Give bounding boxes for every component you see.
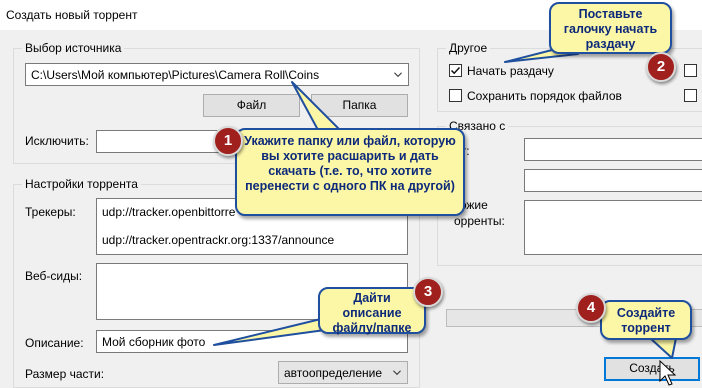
callout-start-seeding-text: Поставьте галочку начать раздачу <box>563 7 658 51</box>
step-badge-2: 2 <box>646 52 676 82</box>
step-badge-3: 3 <box>413 277 443 307</box>
step-badge-4: 4 <box>576 293 606 323</box>
torrent-settings-title: Настройки торрента <box>22 177 141 191</box>
file-button[interactable]: Файл <box>203 94 300 117</box>
tracker-line-2: udp://tracker.opentrackr.org:1337/announ… <box>102 233 335 247</box>
related-row3-textarea[interactable] <box>524 200 702 255</box>
chevron-down-icon <box>393 370 401 376</box>
callout-create: Создайте торрент <box>600 300 692 340</box>
callout-start-seeding: Поставьте галочку начать раздачу <box>549 2 672 54</box>
callout-select-source: Укажите папку или файл, которую вы хотит… <box>235 128 465 216</box>
other-group-title: Другое <box>446 41 491 55</box>
description-value: Мой сборник фото <box>102 335 206 349</box>
related-row1-input[interactable] <box>524 138 702 161</box>
extra-checkbox-2[interactable] <box>684 89 697 102</box>
callout-create-text: Создайте торрент <box>616 306 676 335</box>
piece-size-label: Размер части: <box>25 367 105 381</box>
preserve-order-checkbox[interactable] <box>449 89 462 102</box>
start-seeding-label: Начать раздачу <box>467 64 554 78</box>
description-label: Описание: <box>25 336 84 350</box>
webseeds-label: Веб-сиды: <box>25 269 83 283</box>
chevron-down-icon <box>394 72 402 78</box>
callout-description: Дайти описание файлу/папке <box>318 287 426 335</box>
related-row2-input[interactable] <box>524 169 702 192</box>
folder-button[interactable]: Папка <box>311 94 408 117</box>
preserve-order-label: Сохранить порядок файлов <box>467 89 622 103</box>
callout-description-text: Дайти описание файлу/папке <box>332 291 412 335</box>
callout-select-source-text: Укажите папку или файл, которую вы хотит… <box>244 134 456 193</box>
create-button[interactable]: Создать <box>604 357 700 381</box>
source-path-combobox[interactable]: C:\Users\Мой компьютер\Pictures\Camera R… <box>25 63 409 86</box>
checkmark-icon <box>450 66 461 75</box>
exclude-label: Исключить: <box>25 134 89 148</box>
tracker-line-1: udp://tracker.openbittorre <box>102 205 236 219</box>
piece-size-combobox[interactable]: автоопределение <box>278 361 408 384</box>
related-row3-label-line2: орренты: <box>454 214 505 228</box>
source-path-value: C:\Users\Мой компьютер\Pictures\Camera R… <box>31 68 320 82</box>
step-badge-1: 1 <box>213 126 243 156</box>
start-seeding-checkbox[interactable] <box>449 64 462 77</box>
piece-size-value: автоопределение <box>284 366 383 380</box>
trackers-label: Трекеры: <box>25 205 76 219</box>
extra-checkbox-1[interactable] <box>684 64 697 77</box>
source-group-title: Выбор источника <box>22 41 125 55</box>
